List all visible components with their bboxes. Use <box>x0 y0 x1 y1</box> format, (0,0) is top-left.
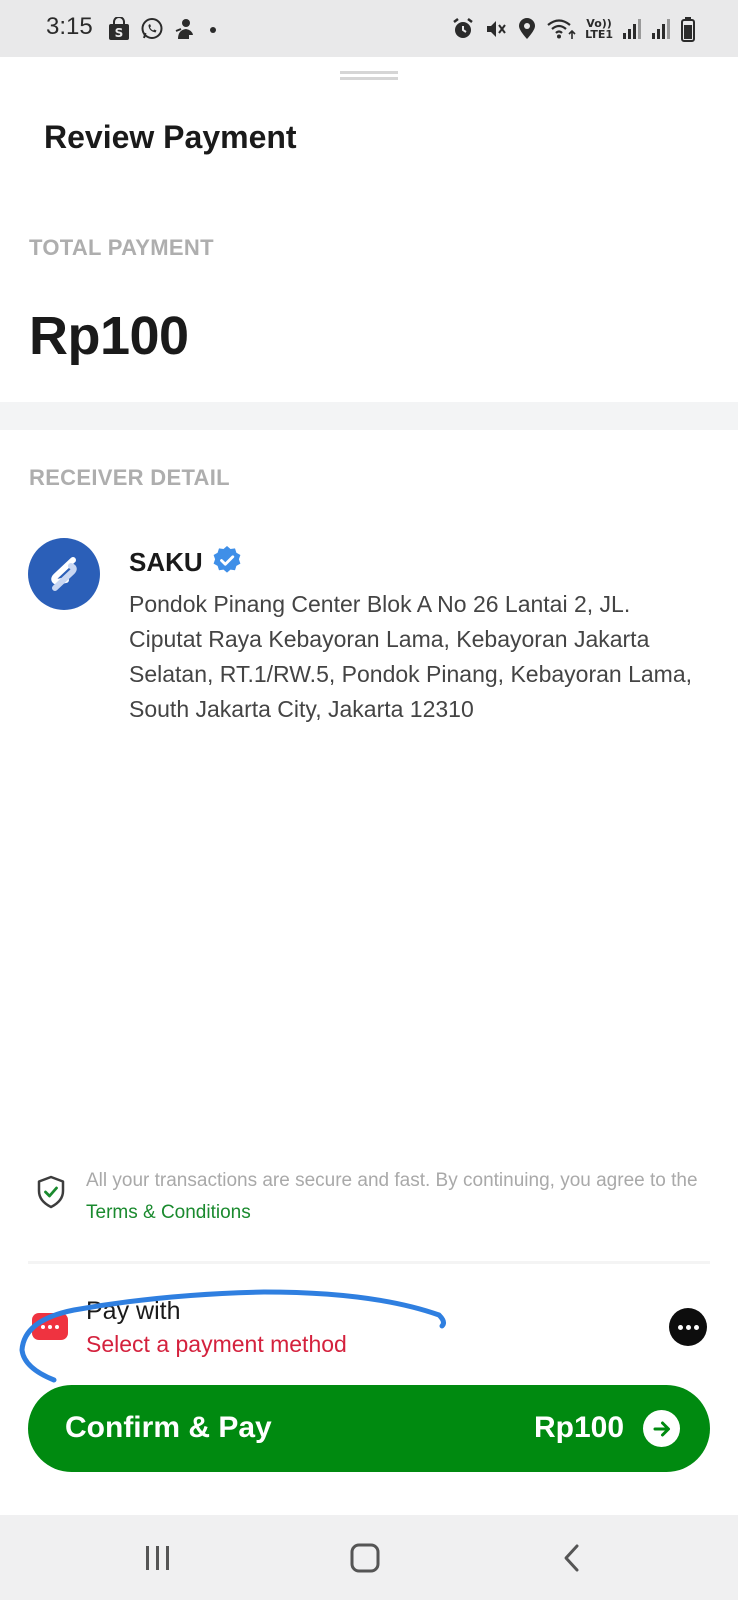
pay-with-row[interactable]: Pay with Select a payment method <box>0 1277 738 1367</box>
shield-check-icon <box>36 1175 66 1214</box>
status-left-icons: S <box>108 15 220 43</box>
terms-conditions-link[interactable]: Terms & Conditions <box>86 1202 251 1223</box>
confirm-pay-button[interactable]: Confirm & Pay Rp100 <box>28 1385 710 1472</box>
whatsapp-icon <box>140 17 164 41</box>
divider <box>28 1261 710 1264</box>
total-payment-amount: Rp100 <box>29 306 189 366</box>
saku-logo-icon <box>51 557 77 591</box>
total-payment-label: TOTAL PAYMENT <box>29 235 214 260</box>
wifi-icon <box>546 17 576 41</box>
drag-handle[interactable] <box>340 71 398 80</box>
location-icon <box>517 17 537 41</box>
receiver-detail-label: RECEIVER DETAIL <box>29 465 230 490</box>
select-payment-method-text: Select a payment method <box>86 1331 347 1357</box>
secure-notice-text: All your transactions are secure and fas… <box>86 1165 706 1229</box>
status-right-icons: Vo)) LTE1 <box>451 15 696 43</box>
mute-vibrate-icon <box>484 17 508 41</box>
page-title: Review Payment <box>44 119 297 155</box>
navigation-bar <box>0 1515 738 1600</box>
dot-icon <box>206 17 220 41</box>
home-icon[interactable] <box>320 1515 410 1600</box>
secure-notice-body: All your transactions are secure and fas… <box>86 1170 698 1191</box>
review-payment-sheet: Review Payment TOTAL PAYMENT Rp100 RECEI… <box>0 57 738 1515</box>
section-divider <box>0 402 738 430</box>
battery-icon <box>680 16 696 42</box>
payment-method-icon <box>32 1313 68 1340</box>
merchant-address: Pondok Pinang Center Blok A No 26 Lantai… <box>129 591 693 722</box>
secure-notice: All your transactions are secure and fas… <box>0 1165 738 1235</box>
signal-icon <box>651 17 671 41</box>
merchant-name-row: SAKU <box>129 545 242 580</box>
more-options-icon[interactable] <box>669 1308 707 1346</box>
pay-with-title: Pay with <box>86 1297 181 1325</box>
shopee-bag-icon: S <box>108 17 130 41</box>
status-time: 3:15 <box>46 13 93 40</box>
back-icon[interactable] <box>527 1515 617 1600</box>
alarm-icon <box>451 17 475 41</box>
lte-label: LTE1 <box>585 28 613 41</box>
verified-badge-icon <box>212 545 242 580</box>
tech-hero-icon <box>174 17 196 41</box>
confirm-pay-label: Confirm & Pay <box>65 1411 272 1444</box>
confirm-pay-amount: Rp100 <box>533 1411 624 1444</box>
arrow-right-icon <box>643 1410 680 1447</box>
merchant-name: SAKU <box>129 547 203 577</box>
svg-text:S: S <box>115 26 124 40</box>
recent-apps-icon[interactable] <box>113 1515 203 1600</box>
merchant-logo <box>28 538 100 610</box>
signal-icon <box>622 17 642 41</box>
status-bar: 3:15 S Vo)) LTE1 <box>0 0 738 57</box>
volte-icon: Vo)) LTE1 <box>585 18 613 40</box>
